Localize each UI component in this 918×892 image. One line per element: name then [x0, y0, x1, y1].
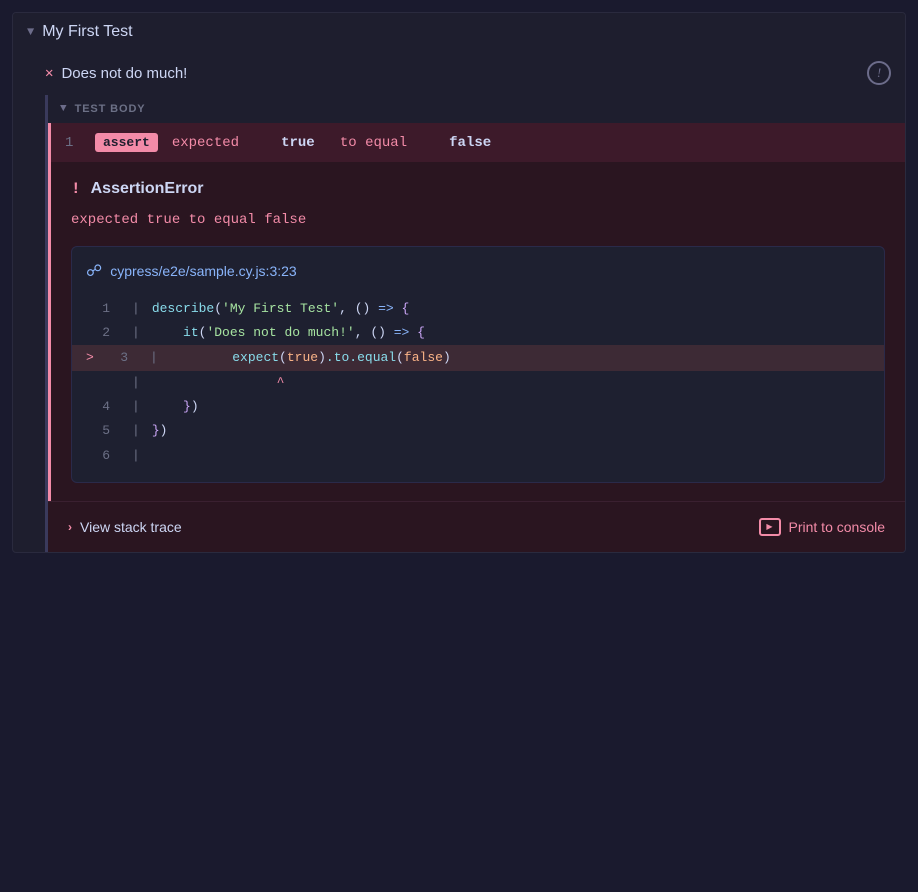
line-pipe-5: |	[132, 420, 140, 442]
print-to-console-label: Print to console	[789, 519, 886, 535]
command-line-number: 1	[65, 135, 81, 151]
line-num-1: 1	[86, 298, 110, 320]
command-line[interactable]: 1 assert expected true to equal false	[48, 123, 905, 162]
stack-trace-chevron-icon: ›	[68, 520, 72, 534]
suite-header: ▼ My First Test	[13, 13, 905, 51]
test-failed-icon: ✕	[45, 65, 53, 82]
true-value: true	[281, 135, 315, 151]
test-body-section: ▼ TEST BODY 1 assert expected true to eq…	[45, 95, 905, 552]
error-footer: › View stack trace Print to console	[48, 501, 905, 552]
print-to-console-button[interactable]: Print to console	[759, 518, 886, 536]
false-value: false	[449, 135, 491, 151]
line-arrow-6	[114, 445, 128, 467]
test-body-label: TEST BODY	[75, 103, 146, 115]
line-num-2: 2	[86, 322, 110, 344]
console-icon	[759, 518, 781, 536]
code-line-4: 4 | })	[86, 395, 870, 419]
line-arrow-caret	[114, 372, 128, 394]
test-panel: ▼ My First Test ✕ Does not do much! ! ▼ …	[12, 12, 906, 553]
suite-chevron-icon[interactable]: ▼	[27, 25, 34, 39]
line-num-3: 3	[104, 347, 128, 369]
view-stack-trace-label: View stack trace	[80, 519, 182, 535]
line-content-1: describe('My First Test', () => {	[152, 298, 410, 320]
line-content-6	[152, 445, 160, 467]
test-body-header[interactable]: ▼ TEST BODY	[48, 95, 905, 123]
code-line-2: 2 | it('Does not do much!', () => {	[86, 321, 870, 345]
assertion-error-header: ! AssertionError	[71, 180, 885, 198]
line-arrow-1	[114, 298, 128, 320]
suite-title: My First Test	[42, 23, 132, 41]
assert-badge: assert	[95, 133, 158, 152]
to-equal-text: to equal	[340, 135, 407, 151]
line-num-6: 6	[86, 445, 110, 467]
code-line-1: 1 | describe('My First Test', () => {	[86, 297, 870, 321]
line-space-3	[132, 347, 146, 369]
line-pipe-caret: |	[132, 372, 140, 394]
error-message: expected true to equal false	[71, 212, 885, 228]
code-block: ☍ cypress/e2e/sample.cy.js:3:23 1 | desc…	[71, 246, 885, 483]
code-lines: 1 | describe('My First Test', () => { 2 …	[86, 297, 870, 468]
info-icon[interactable]: !	[867, 61, 891, 85]
code-file-path: cypress/e2e/sample.cy.js:3:23	[110, 263, 297, 279]
file-icon: ☍	[86, 261, 102, 281]
code-line-3: > 3 | expect(true).to.equal(false)	[72, 345, 884, 371]
code-line-6: 6 |	[86, 444, 870, 468]
command-text: expected true to equal false	[172, 135, 491, 151]
test-row[interactable]: ✕ Does not do much! !	[13, 51, 905, 95]
expected-keyword: expected	[172, 135, 239, 151]
code-line-caret: | ^	[86, 371, 870, 395]
code-file-link[interactable]: ☍ cypress/e2e/sample.cy.js:3:23	[86, 261, 870, 281]
test-title: Does not do much!	[61, 65, 859, 82]
line-num-caret	[86, 372, 110, 394]
line-arrow-5	[114, 420, 128, 442]
line-arrow-4	[114, 396, 128, 418]
line-arrow-2	[114, 322, 128, 344]
error-panel: ! AssertionError expected true to equal …	[48, 162, 905, 501]
line-content-5: })	[152, 420, 168, 442]
line-pipe-4: |	[132, 396, 140, 418]
assertion-error-title: AssertionError	[91, 180, 204, 198]
line-arrow-3: >	[86, 347, 100, 369]
line-content-4: })	[152, 396, 199, 418]
line-pipe-2: |	[132, 322, 140, 344]
test-body-chevron-icon: ▼	[60, 103, 67, 115]
line-content-3: expect(true).to.equal(false)	[170, 347, 451, 369]
line-num-4: 4	[86, 396, 110, 418]
line-content-caret: ^	[152, 372, 285, 394]
exclamation-icon: !	[71, 180, 81, 198]
code-line-5: 5 | })	[86, 419, 870, 443]
line-content-2: it('Does not do much!', () => {	[152, 322, 425, 344]
line-num-5: 5	[86, 420, 110, 442]
line-pipe-6: |	[132, 445, 140, 467]
line-pipe-1: |	[132, 298, 140, 320]
view-stack-trace-button[interactable]: › View stack trace	[68, 519, 182, 535]
line-pipe-3: |	[150, 347, 158, 369]
